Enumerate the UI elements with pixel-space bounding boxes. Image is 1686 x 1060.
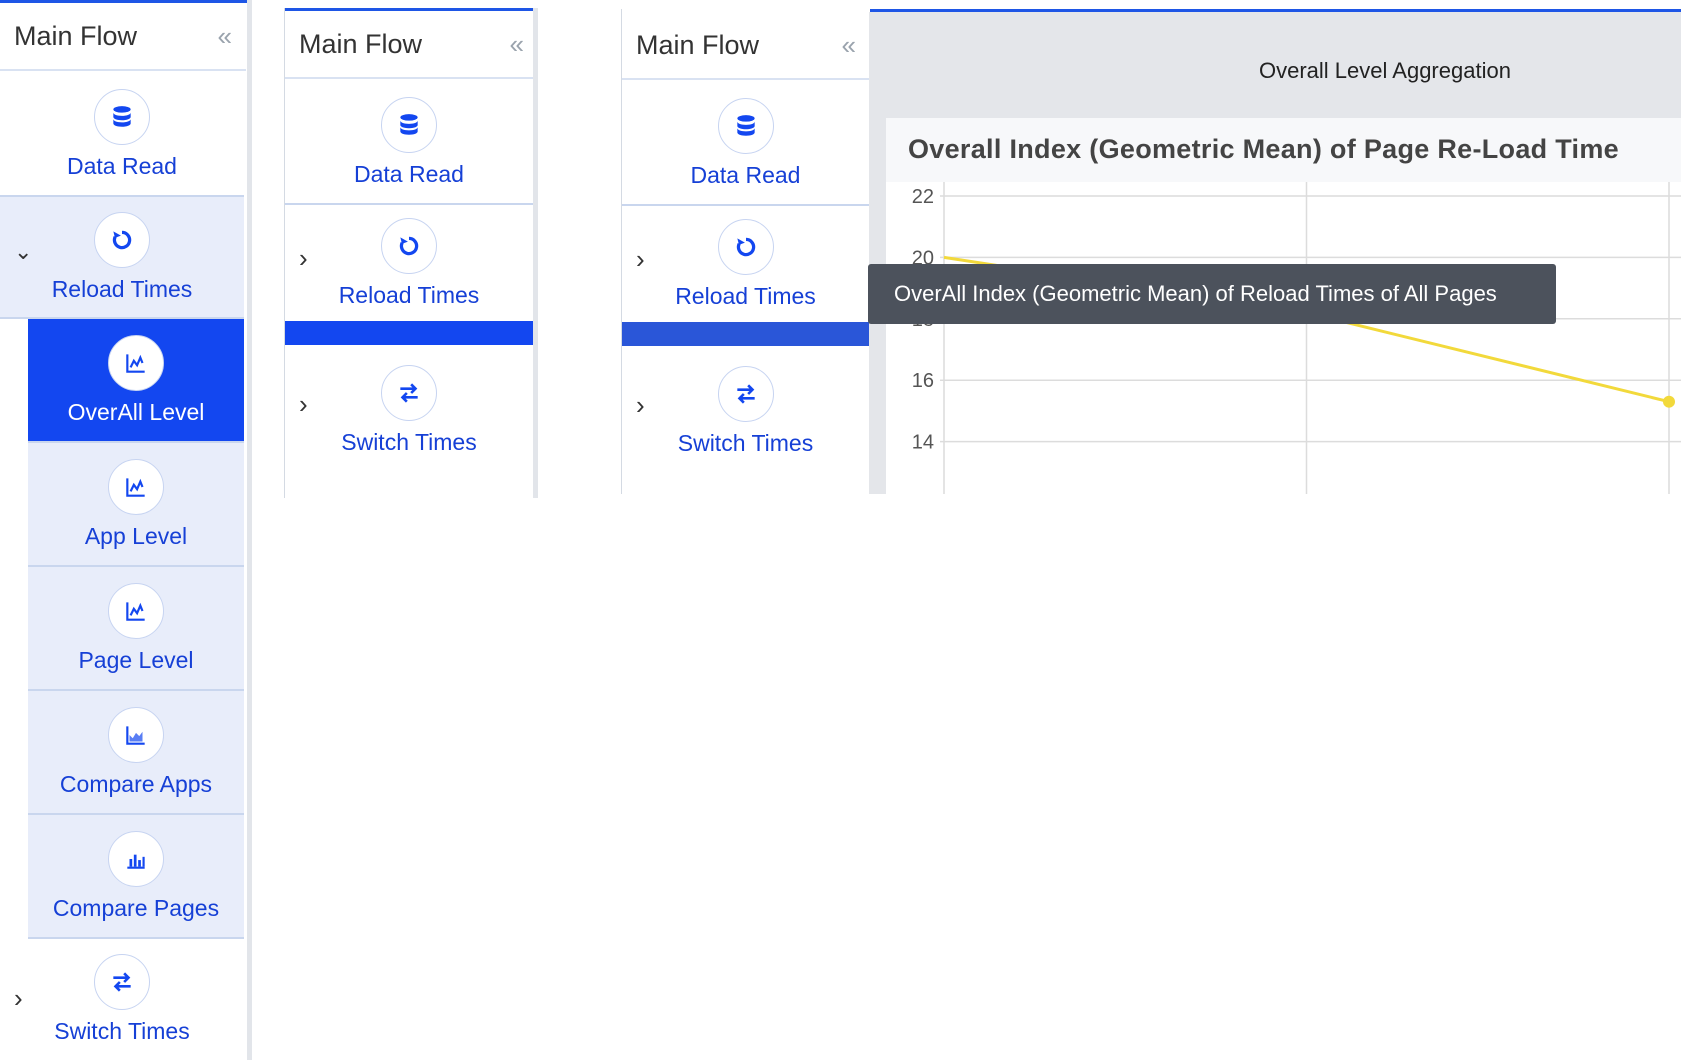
- sidebar-item-label: Page Level: [78, 646, 194, 673]
- reload-icon: [94, 211, 150, 268]
- line-chart-icon: [108, 582, 164, 639]
- chevron-right-icon[interactable]: ›: [14, 983, 23, 1014]
- sidebar-item-reload-times[interactable]: › Reload Times: [622, 206, 869, 322]
- database-icon: [94, 88, 150, 145]
- sidebar-subitem-overall-level[interactable]: OverAll Level: [28, 319, 244, 443]
- sidebar-item-data-read[interactable]: Data Read: [285, 81, 533, 205]
- sidebar-item-label: Reload Times: [675, 282, 816, 309]
- sidebar-item-reload-times[interactable]: › Reload Times: [285, 205, 533, 321]
- page-title: Overall Level Aggregation: [1259, 58, 1511, 83]
- sidebar-item-reload-times[interactable]: ⌄ Reload Times: [0, 197, 244, 319]
- y-tick-label: 14: [912, 432, 934, 454]
- sidebar-subitem-compare-pages[interactable]: Compare Pages: [28, 815, 244, 939]
- chart-title: Overall Index (Geometric Mean) of Page R…: [908, 134, 1619, 164]
- bar-chart-icon: [108, 830, 164, 887]
- sidebar-title: Main Flow: [636, 29, 760, 60]
- collapse-sidebar-icon[interactable]: «: [510, 29, 524, 60]
- sidebar-item-label: Compare Apps: [59, 770, 213, 797]
- sidebar-item-switch-times[interactable]: › Switch Times: [0, 939, 244, 1060]
- sidebar-item-label: Reload Times: [338, 281, 480, 308]
- chevron-down-icon[interactable]: ⌄: [14, 239, 32, 265]
- sidebar-item-switch-times[interactable]: › Switch Times: [285, 345, 533, 475]
- reload-icon: [717, 218, 774, 275]
- line-chart-icon: [108, 334, 164, 391]
- sidebar-item-label: Data Read: [690, 161, 801, 188]
- swap-arrows-icon: [381, 364, 437, 421]
- sidebar-item-label: Switch Times: [677, 429, 814, 456]
- sidebar-title: Main Flow: [14, 20, 138, 51]
- sidebar-subitem-page-level[interactable]: Page Level: [28, 567, 244, 691]
- sidebar-header: Main Flow «: [622, 12, 870, 80]
- sidebar-title: Main Flow: [299, 28, 423, 59]
- main-content: Overall Level Aggregation Overall Index …: [869, 12, 1681, 494]
- sidebar-item-data-read[interactable]: Data Read: [622, 82, 869, 206]
- sidebar-item-label: Switch Times: [341, 428, 477, 455]
- chevron-right-icon[interactable]: ›: [299, 243, 308, 274]
- sidebar-header: Main Flow «: [285, 11, 538, 79]
- y-tick-label: 16: [912, 370, 934, 392]
- line-chart[interactable]: 2220181614: [886, 182, 1681, 494]
- sidebar-panel-with-chart: Main Flow « Data Read › Reload Times › S…: [621, 9, 1681, 494]
- sidebar-item-switch-times[interactable]: › Switch Times: [622, 346, 869, 476]
- sidebar-item-label: Data Read: [67, 152, 177, 179]
- selected-indicator-bar: [622, 322, 869, 346]
- tooltip: OverAll Index (Geometric Mean) of Reload…: [868, 264, 1556, 324]
- sidebar-item-label: Switch Times: [54, 1018, 190, 1044]
- line-chart-icon: [108, 458, 164, 515]
- database-icon: [381, 96, 437, 153]
- swap-arrows-icon: [717, 365, 774, 422]
- chevron-right-icon[interactable]: ›: [636, 390, 645, 421]
- selected-indicator-bar: [285, 321, 533, 345]
- area-chart-icon: [108, 706, 164, 763]
- database-icon: [717, 97, 774, 154]
- sidebar-panel-expanded: Main Flow « Data Read ⌄ Reload Times Ove…: [0, 0, 252, 1060]
- sidebar-item-label: Compare Pages: [52, 894, 220, 921]
- data-point: [1663, 395, 1675, 408]
- collapse-sidebar-icon[interactable]: «: [218, 21, 232, 52]
- sidebar: Main Flow « Data Read › Reload Times › S…: [621, 9, 870, 494]
- sidebar-subitem-app-level[interactable]: App Level: [28, 443, 244, 567]
- sidebar-item-label: Data Read: [354, 160, 464, 187]
- sidebar-item-label: OverAll Level: [67, 398, 205, 425]
- sidebar-subitem-compare-apps[interactable]: Compare Apps: [28, 691, 244, 815]
- swap-arrows-icon: [94, 954, 150, 1010]
- chevron-right-icon[interactable]: ›: [299, 389, 308, 420]
- reload-icon: [381, 217, 437, 274]
- scrollbar[interactable]: [533, 8, 538, 498]
- sidebar-item-label: App Level: [84, 522, 188, 549]
- sidebar-header: Main Flow «: [0, 3, 246, 71]
- scrollbar[interactable]: [247, 0, 252, 1060]
- chevron-right-icon[interactable]: ›: [636, 244, 645, 275]
- sidebar-item-data-read[interactable]: Data Read: [0, 73, 244, 197]
- y-tick-label: 22: [912, 186, 934, 208]
- sidebar-item-label: Reload Times: [51, 275, 193, 302]
- collapse-sidebar-icon[interactable]: «: [842, 30, 856, 61]
- sidebar-panel-collapsed: Main Flow « Data Read › Reload Times › S…: [284, 8, 538, 498]
